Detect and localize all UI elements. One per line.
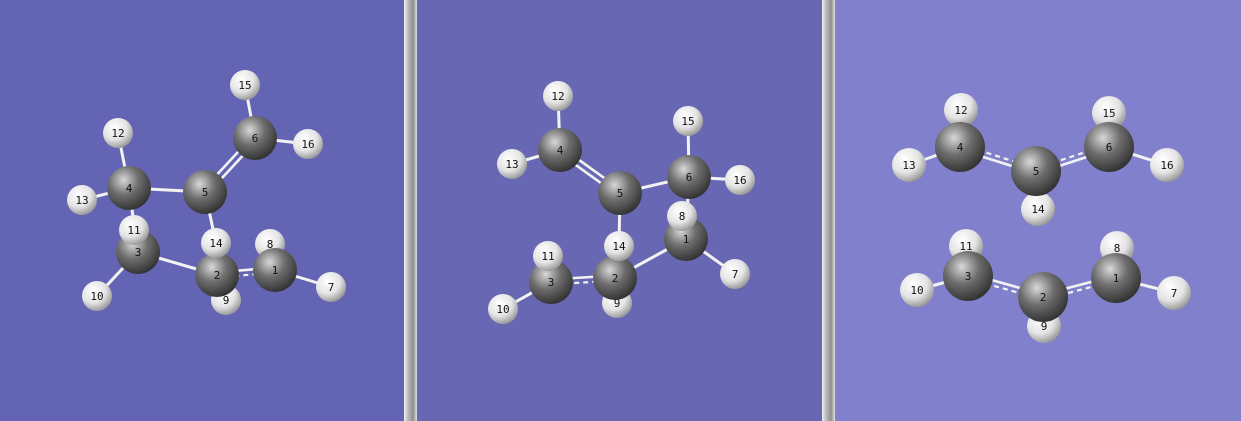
atom-label: 15 [681, 115, 694, 128]
atom-label: 4 [957, 141, 964, 154]
carbon-atom-5[interactable]: 5 [183, 170, 227, 214]
carbon-atom-6[interactable]: 6 [233, 116, 277, 160]
atom-label: 13 [505, 158, 518, 171]
hydrogen-atom-7[interactable]: 7 [1157, 276, 1191, 310]
hydrogen-atom-11[interactable]: 11 [119, 215, 149, 245]
carbon-atom-2[interactable]: 2 [593, 256, 637, 300]
atom-label: 6 [686, 171, 693, 184]
molecule-panel-1[interactable]: 9 10 13 3 11 4 12 2 14 5 15 6 16 8 1 7 [0, 0, 404, 421]
atom-label: 13 [902, 159, 915, 172]
atom-label: 16 [733, 174, 746, 187]
atom-label: 14 [612, 240, 626, 253]
carbon-atom-3[interactable]: 3 [943, 251, 993, 301]
atom-label: 14 [209, 237, 223, 250]
carbon-atom-4[interactable]: 4 [935, 122, 985, 172]
hydrogen-atom-12[interactable]: 12 [103, 118, 133, 148]
atom-label: 5 [202, 186, 209, 199]
hydrogen-atom-14[interactable]: 14 [1021, 192, 1055, 226]
hydrogen-atom-10[interactable]: 10 [900, 273, 934, 307]
atom-label: 11 [541, 250, 554, 263]
atom-label: 3 [135, 246, 142, 259]
atom-label: 2 [1040, 291, 1047, 304]
atom-label: 3 [965, 270, 972, 283]
panel-divider-1[interactable] [404, 0, 417, 421]
atom-label: 3 [548, 276, 555, 289]
atom-label: 2 [612, 272, 619, 285]
hydrogen-atom-10[interactable]: 10 [488, 294, 518, 324]
atom-label: 6 [1106, 141, 1113, 154]
atom-label: 10 [90, 290, 103, 303]
hydrogen-atom-12[interactable]: 12 [944, 93, 978, 127]
atom-label: 11 [127, 224, 140, 237]
atom-label: 10 [496, 303, 509, 316]
carbon-atom-4[interactable]: 4 [538, 128, 582, 172]
atom-label: 1 [1113, 272, 1120, 285]
atom-label: 7 [1171, 287, 1178, 300]
atom-label: 13 [75, 194, 88, 207]
hydrogen-atom-8[interactable]: 8 [667, 201, 697, 231]
atom-label: 12 [954, 104, 967, 117]
carbon-atom-1[interactable]: 1 [253, 248, 297, 292]
carbon-atom-2[interactable]: 2 [1018, 272, 1068, 322]
molecule-view-3[interactable]: 1491013 1671112 1583 124 65 [835, 0, 1241, 421]
carbon-atom-2[interactable]: 2 [195, 253, 239, 297]
hydrogen-atom-11[interactable]: 11 [533, 241, 563, 271]
molecule-panel-3[interactable]: 14 9 10 13 16 7 11 12 15 8 3 1 2 4 6 5 [835, 0, 1241, 421]
atom-label: 15 [238, 79, 251, 92]
carbon-atom-5[interactable]: 5 [1011, 146, 1061, 196]
atom-label: 4 [557, 144, 564, 157]
hydrogen-atom-16[interactable]: 16 [725, 165, 755, 195]
carbon-atom-1[interactable]: 1 [1091, 253, 1141, 303]
atom-label: 2 [214, 269, 221, 282]
hydrogen-atom-13[interactable]: 13 [892, 148, 926, 182]
atom-label: 6 [252, 132, 259, 145]
atom-label: 1 [272, 264, 279, 277]
atom-label: 12 [111, 127, 124, 140]
atom-label: 4 [126, 182, 133, 195]
hydrogen-atom-16[interactable]: 16 [293, 129, 323, 159]
atom-label: 7 [732, 268, 739, 281]
hydrogen-atom-15[interactable]: 15 [673, 106, 703, 136]
hydrogen-atom-14[interactable]: 14 [604, 231, 634, 261]
carbon-atom-5[interactable]: 5 [598, 171, 642, 215]
carbon-atom-6[interactable]: 6 [667, 155, 711, 199]
hydrogen-atom-7[interactable]: 7 [316, 272, 346, 302]
atom-label: 12 [551, 90, 564, 103]
hydrogen-atom-15[interactable]: 15 [230, 70, 260, 100]
atom-label: 5 [1033, 165, 1040, 178]
molecule-view-2[interactable]: 91031121417541213615168 [417, 0, 822, 421]
hydrogen-atom-13[interactable]: 13 [497, 149, 527, 179]
atom-label: 14 [1031, 203, 1045, 216]
atom-label: 8 [679, 210, 686, 223]
hydrogen-atom-7[interactable]: 7 [720, 259, 750, 289]
atom-label: 10 [910, 284, 923, 297]
atom-label: 1 [683, 233, 690, 246]
hydrogen-atom-10[interactable]: 10 [82, 281, 112, 311]
atom-label: 16 [1160, 159, 1173, 172]
hydrogen-atom-14[interactable]: 14 [201, 228, 231, 258]
hydrogen-atom-13[interactable]: 13 [67, 185, 97, 215]
atom-label: 15 [1102, 107, 1115, 120]
atom-label: 7 [328, 281, 335, 294]
carbon-atom-4[interactable]: 4 [107, 166, 151, 210]
molecule-panel-2[interactable]: 9 10 3 11 2 14 1 7 5 4 12 13 6 15 16 8 [417, 0, 822, 421]
atom-label: 11 [959, 240, 972, 253]
carbon-atom-6[interactable]: 6 [1084, 122, 1134, 172]
atom-label: 16 [301, 138, 314, 151]
atom-label: 5 [617, 187, 624, 200]
hydrogen-atom-16[interactable]: 16 [1150, 148, 1184, 182]
molecule-view-1[interactable]: 910133114122145156 16817 [0, 0, 404, 421]
hydrogen-atom-12[interactable]: 12 [543, 81, 573, 111]
panel-divider-2[interactable] [822, 0, 835, 421]
